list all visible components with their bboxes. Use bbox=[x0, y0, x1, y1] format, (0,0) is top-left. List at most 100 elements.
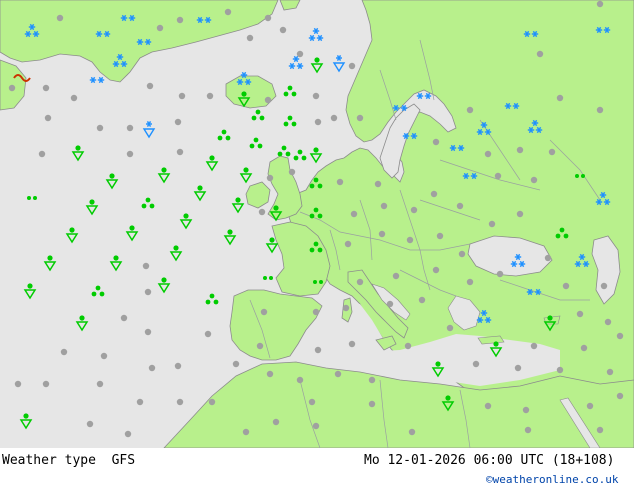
cloudy-dot-icon bbox=[580, 344, 588, 352]
cloudy-dot-icon bbox=[472, 360, 480, 368]
cloudy-dot-icon bbox=[206, 92, 214, 100]
cloudy-dot-icon bbox=[144, 288, 152, 296]
cloudy-dot-icon bbox=[596, 106, 604, 114]
weather-map bbox=[0, 0, 634, 448]
cloudy-dot-icon bbox=[148, 364, 156, 372]
cloudy-dot-icon bbox=[386, 300, 394, 308]
cloudy-dot-icon bbox=[368, 376, 376, 384]
cloudy-dot-icon bbox=[260, 308, 268, 316]
cloudy-dot-icon bbox=[600, 282, 608, 290]
cloudy-dot-icon bbox=[368, 400, 376, 408]
cloudy-dot-icon bbox=[348, 340, 356, 348]
cloudy-dot-icon bbox=[530, 342, 538, 350]
cloudy-dot-icon bbox=[536, 50, 544, 58]
cloudy-dot-icon bbox=[174, 362, 182, 370]
cloudy-dot-icon bbox=[42, 380, 50, 388]
cloudy-dot-icon bbox=[404, 342, 412, 350]
cloudy-dot-icon bbox=[96, 124, 104, 132]
cloudy-dot-icon bbox=[264, 14, 272, 22]
cloudy-dot-icon bbox=[176, 16, 184, 24]
cloudy-dot-icon bbox=[312, 308, 320, 316]
cloudy-dot-icon bbox=[312, 422, 320, 430]
cloudy-dot-icon bbox=[312, 92, 320, 100]
cloudy-dot-icon bbox=[606, 368, 614, 376]
cloudy-dot-icon bbox=[562, 282, 570, 290]
cloudy-dot-icon bbox=[548, 148, 556, 156]
cloudy-dot-icon bbox=[488, 220, 496, 228]
cloudy-dot-icon bbox=[556, 94, 564, 102]
cloudy-dot-icon bbox=[86, 420, 94, 428]
site-credit-link[interactable]: ©weatheronline.co.uk bbox=[486, 473, 618, 486]
cloudy-dot-icon bbox=[524, 426, 532, 434]
cloudy-dot-icon bbox=[458, 250, 466, 258]
cloudy-dot-icon bbox=[314, 118, 322, 126]
cloudy-dot-icon bbox=[356, 278, 364, 286]
cloudy-dot-icon bbox=[308, 398, 316, 406]
cloudy-dot-icon bbox=[56, 14, 64, 22]
cloudy-dot-icon bbox=[356, 114, 364, 122]
cloudy-dot-icon bbox=[266, 174, 274, 182]
cloudy-dot-icon bbox=[556, 366, 564, 374]
cloudy-dot-icon bbox=[256, 342, 264, 350]
cloudy-dot-icon bbox=[596, 0, 604, 8]
map-footer: Weather type GFS Mo 12-01-2026 06:00 UTC… bbox=[0, 448, 634, 490]
cloudy-dot-icon bbox=[144, 328, 152, 336]
cloudy-dot-icon bbox=[258, 208, 266, 216]
cloudy-dot-icon bbox=[296, 50, 304, 58]
cloudy-dot-icon bbox=[126, 124, 134, 132]
cloudy-dot-icon bbox=[42, 84, 50, 92]
cloudy-dot-icon bbox=[430, 190, 438, 198]
cloudy-dot-icon bbox=[120, 314, 128, 322]
cloudy-dot-icon bbox=[484, 150, 492, 158]
cloudy-dot-icon bbox=[604, 318, 612, 326]
cloudy-dot-icon bbox=[342, 304, 350, 312]
cloudy-dot-icon bbox=[156, 24, 164, 32]
cloudy-dot-icon bbox=[8, 84, 16, 92]
cloudy-dot-icon bbox=[314, 346, 322, 354]
cloudy-dot-icon bbox=[456, 202, 464, 210]
cloudy-dot-icon bbox=[392, 272, 400, 280]
cloudy-dot-icon bbox=[136, 398, 144, 406]
cloudy-dot-icon bbox=[70, 94, 78, 102]
cloudy-dot-icon bbox=[142, 262, 150, 270]
cloudy-dot-icon bbox=[334, 370, 342, 378]
cloudy-dot-icon bbox=[242, 428, 250, 436]
cloudy-dot-icon bbox=[576, 310, 584, 318]
cloudy-dot-icon bbox=[514, 364, 522, 372]
cloudy-dot-icon bbox=[38, 150, 46, 158]
cloudy-dot-icon bbox=[466, 278, 474, 286]
cloudy-dot-icon bbox=[14, 380, 22, 388]
cloudy-dot-icon bbox=[436, 232, 444, 240]
cloudy-dot-icon bbox=[596, 426, 604, 434]
cloudy-dot-icon bbox=[348, 62, 356, 70]
cloudy-dot-icon bbox=[374, 180, 382, 188]
cloudy-dot-icon bbox=[408, 428, 416, 436]
cloudy-dot-icon bbox=[264, 96, 272, 104]
cloudy-dot-icon bbox=[124, 430, 132, 438]
cloudy-dot-icon bbox=[176, 398, 184, 406]
cloudy-dot-icon bbox=[96, 380, 104, 388]
cloudy-dot-icon bbox=[432, 266, 440, 274]
cloudy-dot-icon bbox=[204, 330, 212, 338]
map-title: Weather type GFS bbox=[2, 453, 136, 468]
cloudy-dot-icon bbox=[266, 370, 274, 378]
map-canvas bbox=[0, 0, 634, 448]
cloudy-dot-icon bbox=[272, 418, 280, 426]
cloudy-dot-icon bbox=[432, 138, 440, 146]
cloudy-dot-icon bbox=[410, 206, 418, 214]
valid-datetime: Mo 12-01-2026 06:00 UTC (18+108) bbox=[364, 453, 615, 468]
cloudy-dot-icon bbox=[530, 176, 538, 184]
cloudy-dot-icon bbox=[406, 236, 414, 244]
cloudy-dot-icon bbox=[100, 352, 108, 360]
cloudy-dot-icon bbox=[350, 210, 358, 218]
cloudy-dot-icon bbox=[246, 34, 254, 42]
cloudy-dot-icon bbox=[174, 118, 182, 126]
cloudy-dot-icon bbox=[232, 360, 240, 368]
cloudy-dot-icon bbox=[516, 210, 524, 218]
cloudy-dot-icon bbox=[380, 202, 388, 210]
cloudy-dot-icon bbox=[44, 114, 52, 122]
cloudy-dot-icon bbox=[208, 398, 216, 406]
cloudy-dot-icon bbox=[224, 8, 232, 16]
cloudy-dot-icon bbox=[466, 106, 474, 114]
cloudy-dot-icon bbox=[126, 150, 134, 158]
